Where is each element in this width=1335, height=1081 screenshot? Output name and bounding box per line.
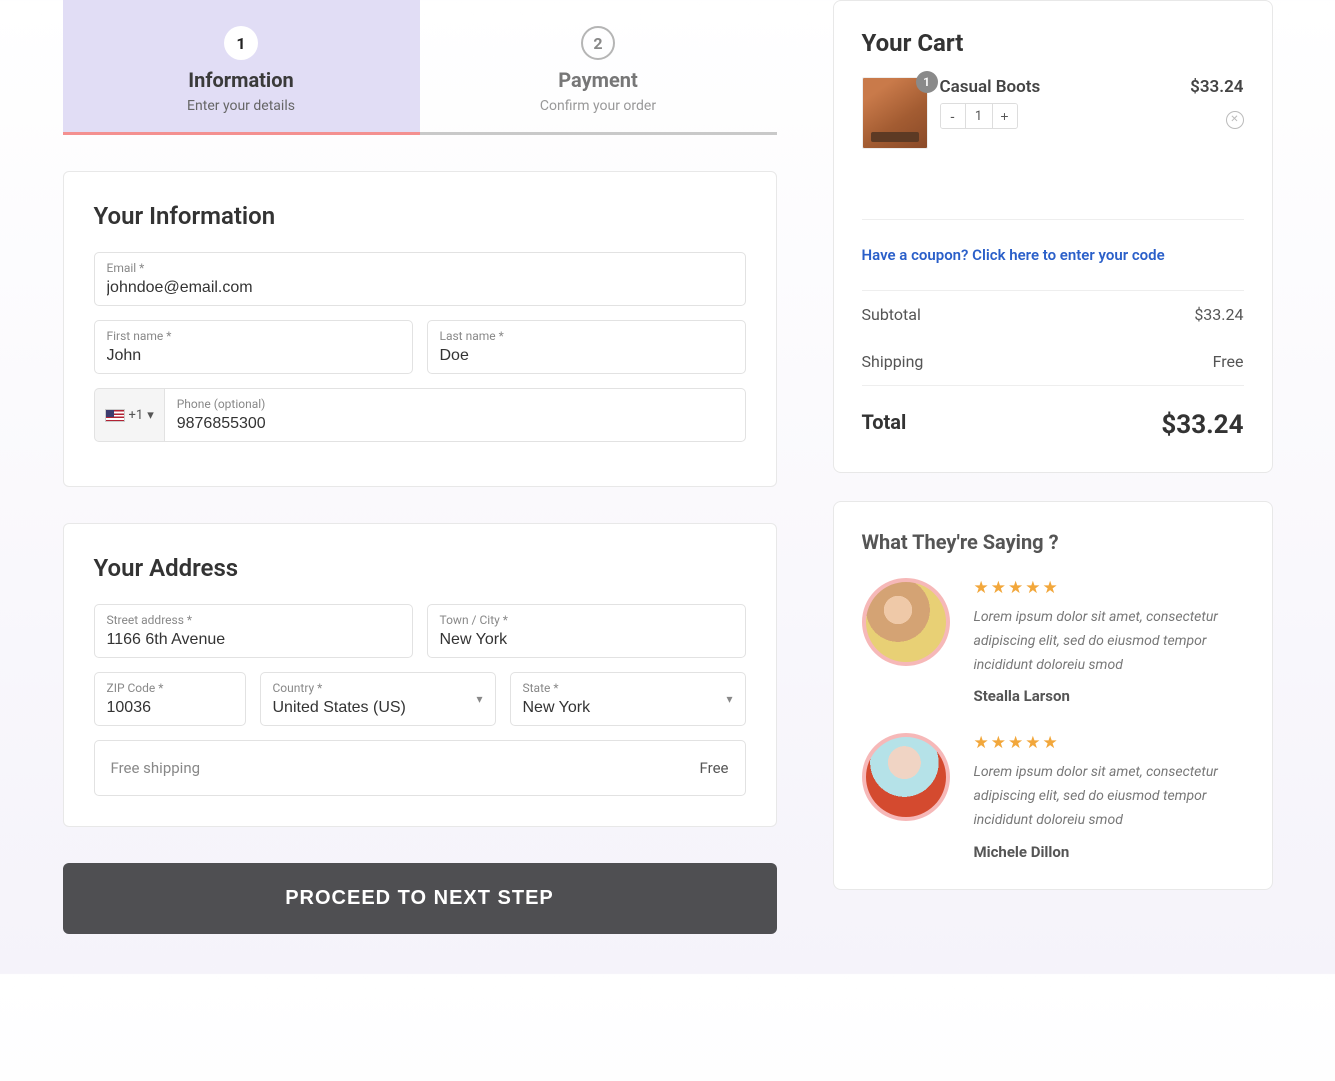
country-label: Country * — [273, 681, 483, 695]
qty-decrease-button[interactable]: - — [941, 104, 965, 128]
dial-code: +1 — [129, 408, 144, 423]
street-label: Street address * — [107, 613, 400, 627]
testimonial-item: ★★★★★ Lorem ipsum dolor sit amet, consec… — [862, 578, 1244, 705]
step-subtitle: Confirm your order — [430, 98, 767, 114]
subtotal-value: $33.24 — [1194, 305, 1243, 324]
shipping-method-cost: Free — [700, 759, 729, 777]
chevron-down-icon: ▾ — [147, 408, 154, 423]
address-heading: Your Address — [94, 554, 746, 582]
avatar — [862, 733, 950, 821]
state-wrap: State * New York — [510, 672, 746, 726]
us-flag-icon — [105, 409, 125, 422]
shipping-value: Free — [1213, 352, 1244, 371]
phone-field[interactable] — [177, 415, 733, 433]
address-card: Your Address Street address * Town / Cit… — [63, 523, 777, 827]
step-information[interactable]: 1 Information Enter your details — [63, 0, 420, 135]
email-label: Email * — [107, 261, 733, 275]
last-name-field[interactable] — [440, 347, 733, 365]
qty-increase-button[interactable]: + — [993, 104, 1017, 128]
dial-code-selector[interactable]: +1 ▾ — [94, 388, 164, 442]
phone-label: Phone (optional) — [177, 397, 733, 411]
total-label: Total — [862, 410, 907, 440]
coupon-link[interactable]: Have a coupon? Click here to enter your … — [862, 220, 1244, 290]
testimonial-author: Stealla Larson — [974, 687, 1244, 705]
first-name-label: First name * — [107, 329, 400, 343]
city-wrap: Town / City * — [427, 604, 746, 658]
testimonial-author: Michele Dillon — [974, 843, 1244, 861]
testimonials-card: What They're Saying ? ★★★★★ Lorem ipsum … — [833, 501, 1273, 890]
street-wrap: Street address * — [94, 604, 413, 658]
email-field[interactable] — [107, 279, 733, 297]
shipping-method-row: Free shipping Free — [94, 740, 746, 796]
zip-wrap: ZIP Code * — [94, 672, 246, 726]
checkout-stepper: 1 Information Enter your details 2 Payme… — [63, 0, 777, 135]
star-rating-icon: ★★★★★ — [974, 578, 1244, 598]
zip-label: ZIP Code * — [107, 681, 233, 695]
cart-item: 1 Casual Boots - 1 + $33.24 ✕ — [862, 77, 1244, 219]
street-field[interactable] — [107, 631, 400, 649]
quantity-stepper: - 1 + — [940, 103, 1018, 129]
subtotal-label: Subtotal — [862, 305, 921, 324]
product-name: Casual Boots — [940, 77, 1179, 97]
testimonial-text: Lorem ipsum dolor sit amet, consectetur … — [974, 761, 1244, 832]
star-rating-icon: ★★★★★ — [974, 733, 1244, 753]
state-label: State * — [523, 681, 733, 695]
avatar — [862, 578, 950, 666]
step-title: Information — [73, 68, 410, 92]
remove-item-button[interactable]: ✕ — [1226, 111, 1244, 129]
step-payment[interactable]: 2 Payment Confirm your order — [420, 0, 777, 135]
country-wrap: Country * United States (US) — [260, 672, 496, 726]
information-heading: Your Information — [94, 202, 746, 230]
shipping-row: Shipping Free — [862, 338, 1244, 385]
shipping-method-label: Free shipping — [111, 759, 201, 777]
product-price: $33.24 — [1190, 77, 1243, 97]
last-name-label: Last name * — [440, 329, 733, 343]
cart-heading: Your Cart — [862, 29, 1244, 57]
step-number: 1 — [224, 26, 258, 60]
proceed-button[interactable]: PROCEED TO NEXT STEP — [63, 863, 777, 934]
subtotal-row: Subtotal $33.24 — [862, 291, 1244, 338]
first-name-field[interactable] — [107, 347, 400, 365]
close-icon: ✕ — [1230, 115, 1238, 125]
country-select[interactable]: United States (US) — [273, 699, 483, 716]
total-row: Total $33.24 — [862, 386, 1244, 444]
qty-value: 1 — [965, 104, 993, 128]
shipping-label: Shipping — [862, 352, 924, 371]
cart-card: Your Cart 1 Casual Boots - 1 + $33.24 ✕ — [833, 0, 1273, 473]
step-subtitle: Enter your details — [73, 98, 410, 114]
state-select[interactable]: New York — [523, 699, 733, 716]
city-label: Town / City * — [440, 613, 733, 627]
first-name-wrap: First name * — [94, 320, 413, 374]
testimonial-item: ★★★★★ Lorem ipsum dolor sit amet, consec… — [862, 733, 1244, 860]
phone-wrap: Phone (optional) — [164, 388, 746, 442]
testimonials-heading: What They're Saying ? — [862, 530, 1244, 554]
step-number: 2 — [581, 26, 615, 60]
city-field[interactable] — [440, 631, 733, 649]
testimonial-text: Lorem ipsum dolor sit amet, consectetur … — [974, 606, 1244, 677]
information-card: Your Information Email * First name * La… — [63, 171, 777, 487]
step-title: Payment — [430, 68, 767, 92]
total-value: $33.24 — [1161, 410, 1243, 440]
quantity-badge: 1 — [916, 71, 938, 93]
last-name-wrap: Last name * — [427, 320, 746, 374]
email-field-wrap: Email * — [94, 252, 746, 306]
zip-field[interactable] — [107, 699, 233, 717]
